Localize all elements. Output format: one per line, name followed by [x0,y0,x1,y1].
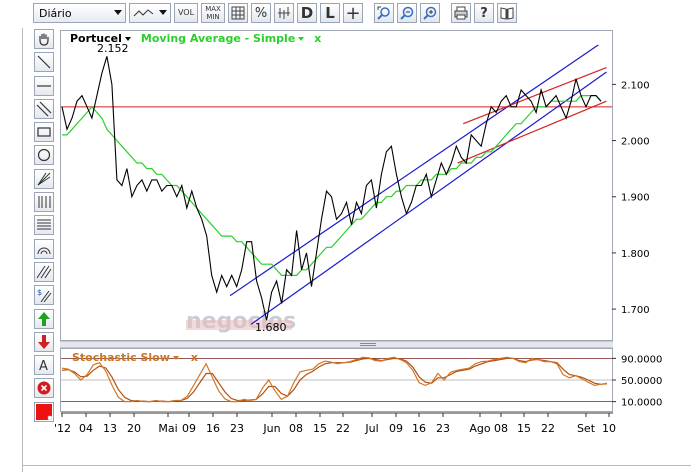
x-tick-label: Jul [364,422,378,435]
chart-svg: negocios 2.1002.0001.9001.8001.700 2.152… [54,42,662,435]
indicator-legend[interactable]: Moving Average - Simple [140,32,305,45]
x-tick-label: 13 [103,422,117,435]
stochastic-legend: Stochastic Slow x [72,351,198,364]
x-tick-label: 22 [541,422,555,435]
chevron-down-icon [172,356,179,360]
x-tick-label: Jun [262,422,280,435]
x-tick-label: 20 [127,422,141,435]
y-tick-label: 2.000 [621,137,650,148]
y-tick-label: 1.900 [621,193,650,204]
x-tick-label: 23 [230,422,244,435]
stochastic-tick-label: 90.0000 [621,354,662,365]
x-tick-label: 09 [182,422,196,435]
stochastic-legend-item[interactable]: Stochastic Slow [72,351,179,364]
x-tick-label: 08 [494,422,508,435]
trend-channels [229,44,607,325]
price-annotations: 2.152 1.680 [97,42,287,334]
symbol-legend[interactable]: Portucel [70,32,131,45]
remove-indicator-button[interactable]: x [314,32,321,45]
channel-line-blue [229,44,599,297]
symbol-name: Portucel [70,32,122,45]
x-tick-label: 15 [313,422,327,435]
x-tick-label: 04 [79,422,93,435]
chevron-down-icon [124,37,131,41]
x-tick-label: Set [577,422,596,435]
x-tick-label: 22 [336,422,350,435]
price-legend: Portucel Moving Average - Simple x [70,32,321,45]
x-tick-label: '12 [54,422,71,435]
x-tick-label: 23 [436,422,450,435]
stochastic-y-axis: 90.0000 50.0000 10.0000 [612,354,662,409]
date-x-axis: '12 04 13 20 Mai 09 16 23 Jun 08 15 22 Jul 09 16 23 Ago 0… [54,412,616,435]
stochastic-tick-label: 10.0000 [621,398,662,409]
moving-average-line [62,94,602,276]
y-tick-label: 1.700 [621,305,650,316]
chevron-down-icon [298,37,305,41]
channel-line-blue [250,71,607,325]
y-tick-label: 1.800 [621,249,650,260]
stochastic-tick-label: 50.0000 [621,376,662,387]
x-tick-label: Mai [158,422,177,435]
x-tick-label: 15 [517,422,531,435]
x-tick-label: Ago [469,422,491,435]
price-layer [61,56,602,321]
remove-stochastic-button[interactable]: x [191,351,198,364]
price-line [61,56,602,321]
x-tick-label: 08 [289,422,303,435]
price-y-axis: 2.100 2.000 1.900 1.800 1.700 [612,80,650,316]
x-tick-label: 16 [206,422,220,435]
y-tick-label: 2.100 [621,80,650,91]
x-tick-label: 09 [389,422,403,435]
stochastic-grid [61,357,612,403]
stochastic-name: Stochastic Slow [72,351,170,364]
low-label: 1.680 [255,321,287,334]
indicator-name: Moving Average - Simple [140,32,296,45]
x-tick-label: 10 [602,422,616,435]
x-tick-label: 16 [412,422,426,435]
moving-average-layer [62,94,602,276]
